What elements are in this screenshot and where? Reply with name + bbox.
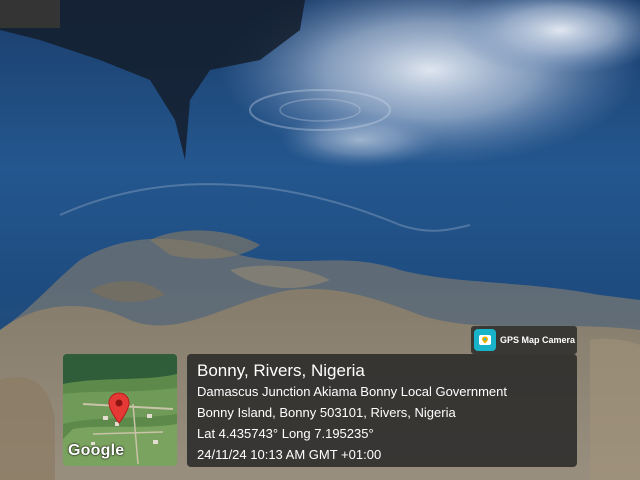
- address-line: Damascus Junction Akiama Bonny Local Gov…: [197, 384, 507, 399]
- app-badge-label: GPS Map Camera: [500, 335, 576, 345]
- coordinates: Lat 4.435743° Long 7.195235°: [197, 426, 374, 441]
- map-pin-icon: [108, 392, 130, 424]
- locality-line: Bonny Island, Bonny 503101, Rivers, Nige…: [197, 405, 456, 420]
- app-badge: GPS Map Camera: [471, 326, 577, 354]
- map-thumbnail[interactable]: Google: [63, 354, 177, 466]
- location-info-panel: Bonny, Rivers, Nigeria Damascus Junction…: [187, 354, 577, 467]
- gps-map-camera-icon: [474, 329, 496, 351]
- timestamp: 24/11/24 10:13 AM GMT +01:00: [197, 447, 382, 462]
- location-title: Bonny, Rivers, Nigeria: [197, 361, 365, 380]
- google-logo: Google: [68, 442, 125, 459]
